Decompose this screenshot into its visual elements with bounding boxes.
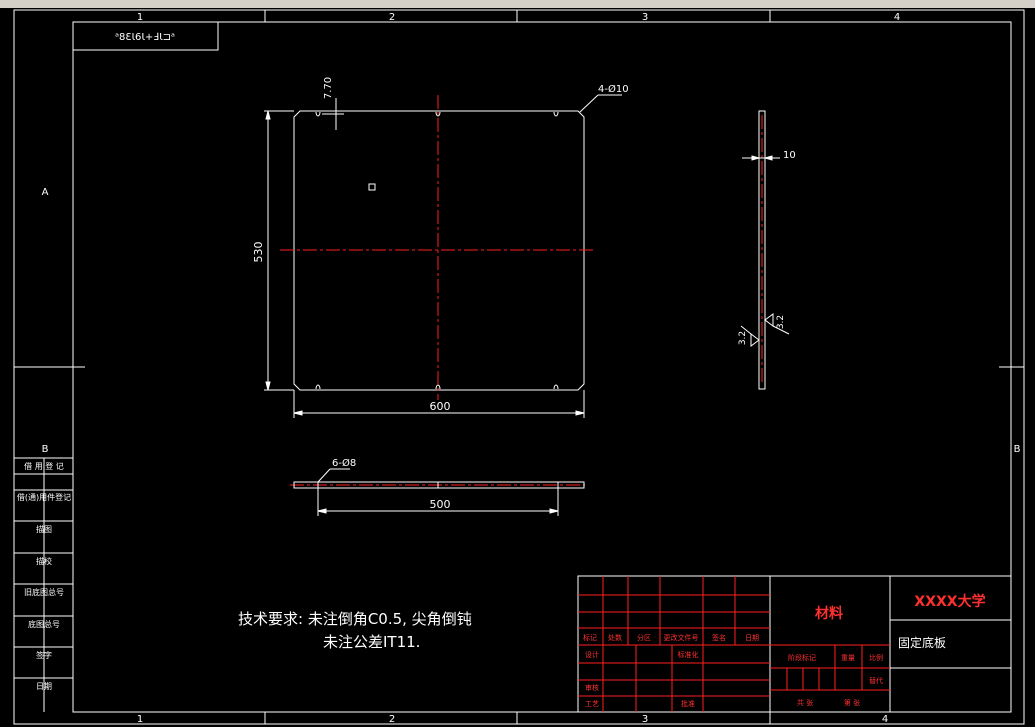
- mirrored-drawing-number: ᵃ8ƐƖ6Ɩ+ℲƖ⊐ᵃ: [115, 32, 175, 43]
- side-panel-label-8: 日期: [36, 682, 52, 691]
- weight-label: 重量: [841, 654, 855, 662]
- row-label-A-left: A: [42, 187, 49, 198]
- header-zone: 分区: [637, 633, 651, 642]
- column-label-3-bottom: 3: [642, 714, 648, 725]
- column-label-2-bottom: 2: [389, 714, 395, 725]
- header-change-doc: 更改文件号: [664, 633, 699, 642]
- dim-thickness-line: [742, 155, 780, 161]
- header-sign: 签名: [712, 633, 726, 642]
- stage-mark-label: 阶段标记: [788, 653, 816, 662]
- approve-label: 批准: [681, 699, 695, 708]
- column-label-1-top: 1: [137, 12, 143, 23]
- tech-requirements-line1: 技术要求: 未注倒角C0.5, 尖角倒钝: [238, 610, 472, 628]
- side-panel-label-7: 签字: [36, 650, 52, 660]
- scale-label: 比例: [869, 653, 883, 662]
- side-panel-label-2: 借(通)用件登记: [17, 492, 71, 502]
- roughness-label-left: 3.2: [738, 331, 748, 345]
- header-date: 日期: [745, 634, 759, 642]
- university-name: XXXX大学: [914, 593, 985, 610]
- inner-border: [72, 21, 1012, 713]
- side-panel-label-4: 描校: [36, 556, 52, 566]
- cad-drawing-canvas[interactable]: 1 2 3 4 1 2 3 4 A B B ᵃ8ƐƖ6Ɩ+ℲƖ⊐ᵃ 借 用 登 …: [0, 0, 1035, 727]
- column-label-4-bottom: 4: [882, 714, 888, 725]
- top-zone-markers: [14, 10, 1024, 724]
- dim-chamfer-line: [322, 98, 344, 130]
- material-label: 材料: [815, 605, 843, 622]
- sheet-number-label: 第 张: [844, 698, 860, 707]
- slot-leader: [317, 468, 350, 483]
- slot-callout: 6-Ø8: [332, 457, 356, 469]
- dim-slot-span-label: 500: [430, 498, 451, 511]
- row-label-B-left: B: [42, 444, 49, 455]
- column-label-1-bottom: 1: [137, 714, 143, 725]
- header-mark: 标记: [583, 633, 597, 642]
- row-label-B-right: B: [1014, 444, 1021, 455]
- roughness-label-right: 3.2: [776, 315, 786, 329]
- hole-callout: 4-Ø10: [598, 83, 629, 95]
- design-label: 设计: [585, 650, 599, 659]
- dim-thickness-label: 10: [783, 150, 796, 161]
- side-panel-label-3: 描图: [36, 524, 52, 534]
- side-panel-label-5: 旧底图总号: [24, 587, 64, 597]
- tech-requirements-line2: 未注公差IT11.: [323, 633, 420, 651]
- review-label: 审核: [585, 683, 599, 692]
- column-label-4-top: 4: [894, 12, 900, 23]
- process-label: 工艺: [585, 700, 599, 708]
- standardization-label: 标准化: [678, 650, 699, 659]
- column-label-3-top: 3: [642, 12, 648, 23]
- side-panel-label-6: 底图总号: [28, 619, 60, 629]
- part-name: 固定底板: [898, 635, 946, 650]
- hole-leader: [579, 94, 622, 113]
- dim-width-label: 600: [430, 400, 451, 413]
- column-label-2-top: 2: [389, 12, 395, 23]
- dim-height-label: 530: [252, 242, 265, 263]
- version-label: 替代: [869, 676, 883, 685]
- center-lines: [280, 95, 763, 486]
- outer-border: [13, 9, 1025, 725]
- header-count: 处数: [608, 633, 622, 642]
- side-panel-label-1: 借 用 登 记: [24, 461, 64, 471]
- dim-chamfer-label: 7.70: [323, 77, 334, 99]
- sheets-total-label: 共 张: [797, 698, 813, 707]
